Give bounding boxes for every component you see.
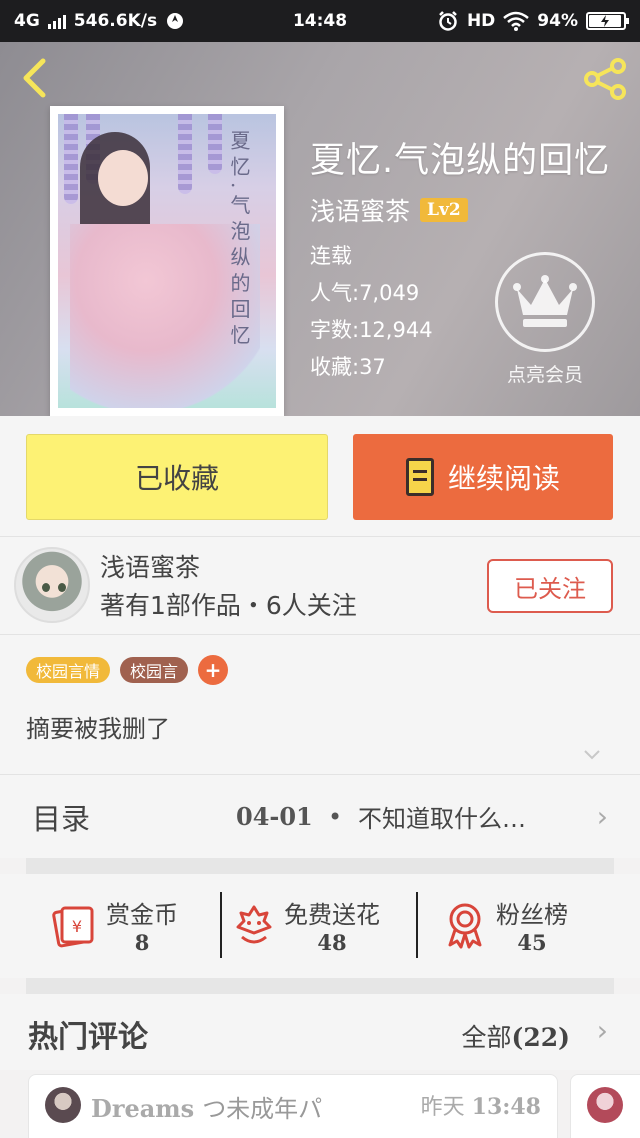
author-name[interactable]: 浅语蜜茶 <box>100 549 357 587</box>
follow-button[interactable]: 已关注 <box>487 559 613 613</box>
share-icon <box>584 58 626 100</box>
table-of-contents-row[interactable]: 目录 04-01 • 不知道取什么… › <box>0 774 640 858</box>
comment-time: 13:48 <box>471 1094 541 1120</box>
action-bar: 已收藏 继续阅读 <box>0 416 640 536</box>
status-bar: 4G 546.6K/s 14:48 HD 94% <box>0 0 640 42</box>
signal-icon <box>47 13 66 29</box>
author-avatar[interactable] <box>14 547 90 623</box>
comments-header: 热门评论 全部(22) › <box>0 994 640 1070</box>
reward-flowers[interactable]: 免费送花 48 <box>234 890 380 960</box>
book-word-count: 字数:12,944 <box>310 318 433 342</box>
author-works: 著有1部作品・6人关注 <box>100 591 357 620</box>
book-favorites: 收藏:37 <box>310 355 386 379</box>
wifi-icon <box>503 11 530 31</box>
book-popularity: 人气:7,049 <box>310 281 420 305</box>
book-title: 夏忆.气泡纵的回忆 <box>310 141 611 181</box>
chevron-right-icon[interactable]: › <box>597 1014 608 1047</box>
intro-section: 校园言情 校园言 + 摘要被我删了 <box>0 634 640 774</box>
comments-title: 热门评论 <box>28 1020 148 1055</box>
network-speed: 546.6K/s <box>73 11 158 31</box>
comment-card[interactable] <box>570 1074 640 1138</box>
chevron-left-icon <box>23 58 46 98</box>
toc-separator: • <box>328 802 343 831</box>
comments-count: (22) <box>511 1023 570 1052</box>
all-comments-link[interactable]: 全部(22) <box>462 1018 570 1054</box>
reward-fan-ranking[interactable]: 粉丝榜 45 <box>444 890 568 960</box>
flower-icon <box>236 905 272 944</box>
crown-icon <box>513 275 577 327</box>
tag-campus-romance[interactable]: 校园言情 <box>26 657 111 683</box>
commenter-avatar[interactable] <box>587 1087 623 1123</box>
divider <box>220 892 222 958</box>
continue-reading-label: 继续阅读 <box>447 462 560 495</box>
comment-day: 昨天 <box>420 1095 465 1120</box>
tag-campus[interactable]: 校园言 <box>120 657 189 683</box>
comment-card[interactable]: Dreams つ未成年パ 昨天 13:48 <box>28 1074 558 1138</box>
book-icon <box>405 458 434 496</box>
hero-author-row: 浅语蜜茶 Lv2 <box>310 192 468 228</box>
collected-button[interactable]: 已收藏 <box>26 434 328 520</box>
continue-reading-button[interactable]: 继续阅读 <box>353 434 613 520</box>
reward-coins-value: 8 <box>134 930 150 955</box>
book-status: 连载 <box>310 244 352 268</box>
svg-text:¥: ¥ <box>72 917 82 936</box>
book-cover[interactable]: 夏忆.气泡纵的回忆 <box>50 106 284 416</box>
commenter-username: Dreams <box>91 1094 195 1123</box>
award-ribbon-icon <box>448 903 482 949</box>
toc-label: 目录 <box>32 801 91 836</box>
comment-timestamp: 昨天 13:48 <box>421 1089 541 1121</box>
reward-coins[interactable]: ¥ 赏金币 8 <box>50 890 178 960</box>
battery-percent: 94% <box>537 11 578 31</box>
cover-title: 夏忆.气泡纵的回忆 <box>227 130 251 351</box>
reward-flowers-value: 48 <box>317 930 347 955</box>
vip-button[interactable]: 点亮会员 <box>490 252 600 392</box>
alarm-icon <box>439 11 457 31</box>
reward-coins-label: 赏金币 <box>106 901 178 929</box>
reward-fans-label: 粉丝榜 <box>496 901 568 929</box>
add-tag-button[interactable]: + <box>198 655 229 685</box>
section-divider <box>26 858 614 874</box>
commenter-nickname: つ未成年パ <box>202 1095 323 1123</box>
section-divider <box>26 978 614 994</box>
reward-fans-value: 45 <box>517 930 547 955</box>
status-left: 4G 546.6K/s <box>14 11 185 31</box>
share-button[interactable] <box>580 56 630 102</box>
commenter-avatar[interactable] <box>45 1087 81 1123</box>
divider <box>416 892 418 958</box>
chevron-right-icon: › <box>596 800 608 833</box>
latest-chapter-title: 不知道取什么… <box>358 805 526 833</box>
author-card: 浅语蜜茶 著有1部作品・6人关注 已关注 <box>0 536 640 634</box>
hero-author-name[interactable]: 浅语蜜茶 <box>310 192 410 228</box>
author-info: 浅语蜜茶 著有1部作品・6人关注 <box>100 549 357 625</box>
cover-illustration: 夏忆.气泡纵的回忆 <box>58 114 276 408</box>
vip-circle <box>495 252 595 352</box>
red-envelope-icon: ¥ <box>52 906 94 948</box>
commenter-name: Dreams つ未成年パ <box>91 1089 322 1124</box>
reward-flowers-label: 免费送花 <box>284 901 380 929</box>
chevron-down-icon[interactable] <box>584 747 600 763</box>
status-right: HD 94% <box>437 10 629 32</box>
book-summary: 摘要被我删了 <box>26 715 170 743</box>
app-notification-icon <box>167 13 184 29</box>
rewards-bar: ¥ 赏金币 8 免费送花 48 粉丝榜 45 <box>0 874 640 978</box>
hd-indicator: HD <box>466 11 496 31</box>
battery-icon <box>586 12 629 30</box>
all-comments-label: 全部 <box>461 1023 512 1052</box>
vip-label: 点亮会员 <box>506 364 583 386</box>
tag-list: 校园言情 校园言 + <box>26 655 229 685</box>
network-type: 4G <box>14 11 40 31</box>
level-badge: Lv2 <box>420 198 468 222</box>
book-stats: 连载 人气:7,049 字数:12,944 收藏:37 <box>310 238 433 386</box>
back-button[interactable] <box>14 56 54 100</box>
book-hero: 夏忆.气泡纵的回忆 夏忆.气泡纵的回忆 浅语蜜茶 Lv2 连载 人气:7,049… <box>0 42 640 416</box>
latest-chapter-date: 04-01 <box>236 802 313 831</box>
